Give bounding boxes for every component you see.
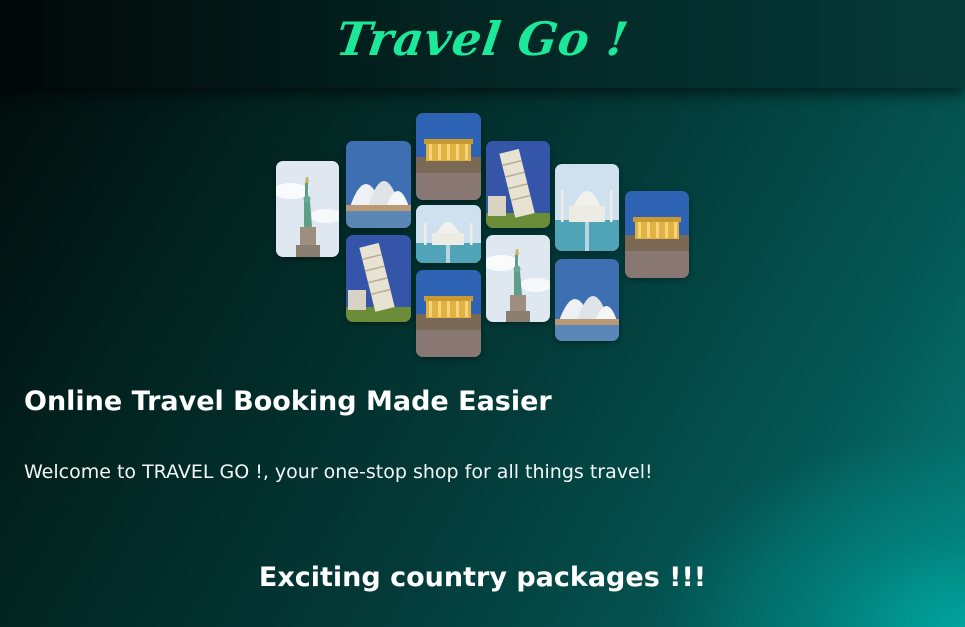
leaning-tower-of-pisa-image [346,235,411,322]
welcome-text: Welcome to TRAVEL GO !, your one-stop sh… [24,461,653,483]
taj-mahal-tile[interactable] [555,164,619,251]
parthenon-tile[interactable] [625,191,689,278]
taj-mahal-image [555,164,619,251]
taj-mahal-tile[interactable] [416,205,481,263]
site-header: Travel Go ! [0,0,965,88]
taj-mahal-image [416,205,481,263]
site-logo-text[interactable]: Travel Go ! [0,12,965,66]
hero-title: Online Travel Booking Made Easier [24,386,552,417]
sydney-opera-house-tile[interactable] [555,259,619,341]
parthenon-image [416,270,481,357]
parthenon-image [625,191,689,278]
leaning-tower-of-pisa-tile[interactable] [346,235,411,322]
parthenon-tile[interactable] [416,270,481,357]
leaning-tower-of-pisa-tile[interactable] [486,141,550,228]
statue-of-liberty-image [276,161,339,257]
parthenon-tile[interactable] [416,113,481,200]
packages-heading: Exciting country packages !!! [258,562,707,593]
sydney-opera-house-image [346,141,411,228]
parthenon-image [416,113,481,200]
leaning-tower-of-pisa-image [486,141,550,228]
sydney-opera-house-image [555,259,619,341]
statue-of-liberty-image [486,235,550,322]
sydney-opera-house-tile[interactable] [346,141,411,228]
statue-of-liberty-tile[interactable] [486,235,550,322]
statue-of-liberty-tile[interactable] [276,161,339,257]
